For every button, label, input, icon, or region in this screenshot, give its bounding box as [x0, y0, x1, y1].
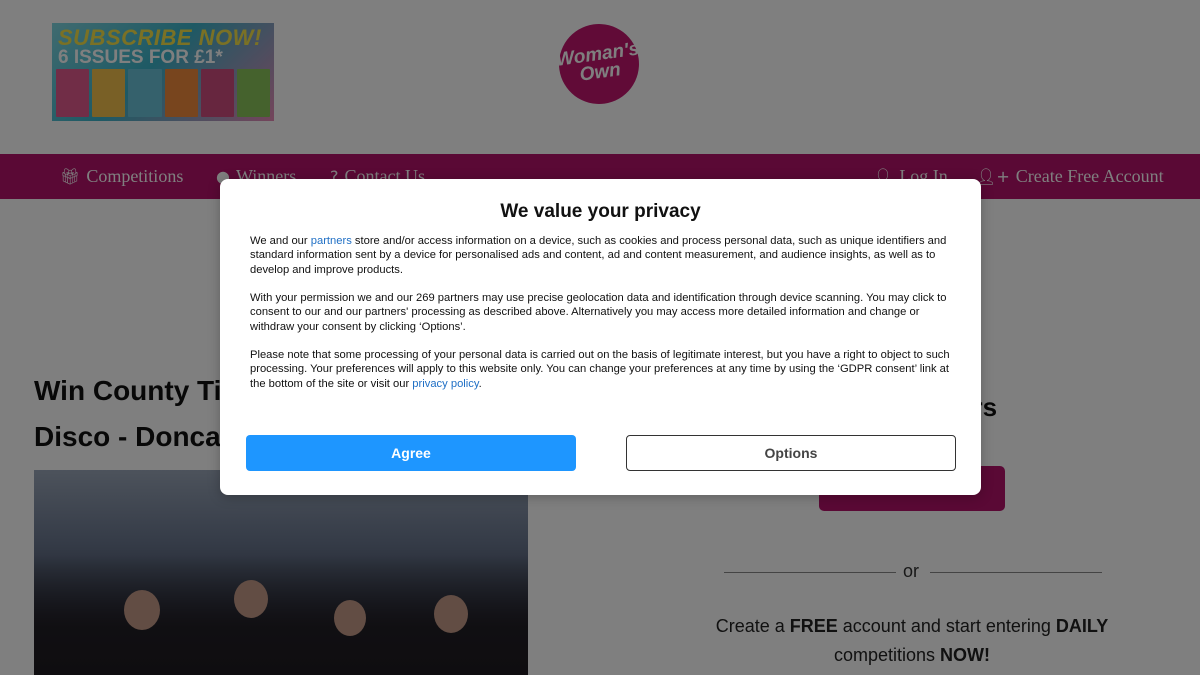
- options-button[interactable]: Options: [626, 435, 956, 471]
- p3-prefix: Please note that some processing of your…: [250, 349, 950, 390]
- p3-suffix: .: [478, 377, 482, 390]
- partners-link[interactable]: partners: [311, 235, 352, 247]
- dialog-title: We value your privacy: [500, 201, 701, 222]
- privacy-policy-link[interactable]: privacy policy: [412, 378, 478, 390]
- consent-paragraph-1: We and our partners store and/or access …: [250, 234, 954, 277]
- agree-button[interactable]: Agree: [246, 435, 576, 471]
- consent-paragraph-2: With your permission we and our 269 part…: [250, 292, 947, 333]
- privacy-consent-dialog: We value your privacy We and our partner…: [220, 179, 981, 495]
- consent-paragraph-3: Please note that some processing of your…: [250, 348, 954, 391]
- p1-prefix: We and our: [250, 235, 311, 247]
- p1-suffix: store and/or access information on a dev…: [250, 235, 947, 276]
